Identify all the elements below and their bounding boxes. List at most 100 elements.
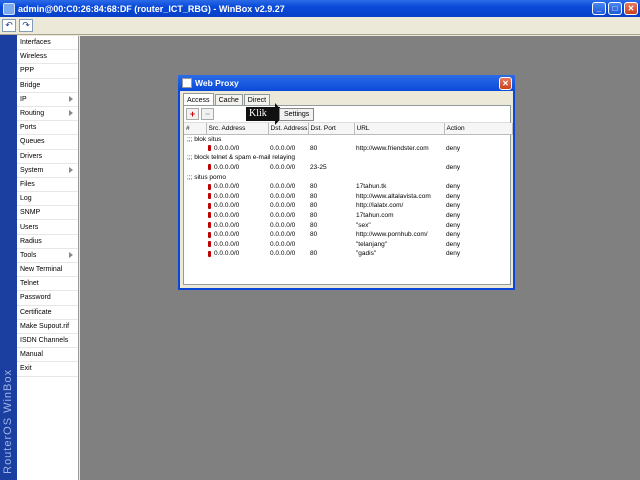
action-cell: deny [446,212,461,220]
action-cell: deny [446,164,461,172]
column-header-dst-port[interactable]: Dst. Port [308,123,355,135]
remove-rule-button[interactable]: − [201,108,214,120]
comment-row[interactable]: ;;; situs porno [184,172,512,182]
table-row[interactable]: 0.0.0.0/0 0.0.0.0/0 80 17tahun.com deny [184,211,512,221]
window-title: admin@00:C0:26:84:68:DF (router_ICT_RBG)… [18,3,285,14]
sidebar-item-new-terminal[interactable]: New Terminal [17,263,78,278]
column-header-dst-address[interactable]: Dst. Address [268,123,309,135]
redo-button[interactable]: ↷ [19,19,33,32]
src-address-cell: 0.0.0.0/0 [206,230,268,240]
row-number-cell [184,240,206,250]
table-row[interactable]: 0.0.0.0/0 0.0.0.0/0 80 http://lalatx.com/de… [184,201,512,211]
sidebar-item-routing[interactable]: Routing [17,107,78,122]
sidebar-item-queues[interactable]: Queues [17,135,78,150]
window-title-bar[interactable]: admin@00:C0:26:84:68:DF (router_ICT_RBG)… [0,0,640,17]
submenu-arrow-icon [69,251,73,258]
sidebar-item-system[interactable]: System [17,164,78,178]
sidebar-item-label: Queues [20,138,45,146]
add-rule-button[interactable]: + [186,108,199,120]
action-cell: deny [446,192,461,200]
table-row[interactable]: 0.0.0.0/0 0.0.0.0/0 80 http://www.friendste… [184,144,512,154]
sidebar-item-log[interactable]: Log [17,192,78,207]
comment-row[interactable]: ;;; blok situs [184,134,512,144]
sidebar-item-drivers[interactable]: Drivers [17,150,78,164]
rule-comment: ;;; situs porno [187,173,227,181]
url-cell: 17tahun.com [356,212,394,220]
row-number-cell [184,230,206,240]
table-row[interactable]: 0.0.0.0/0 0.0.0.0/0 80 http://www.pornhub.c… [184,230,512,240]
sidebar-item-manual[interactable]: Manual [17,348,78,363]
action-cell: deny [446,231,461,239]
dst-address-cell: 0.0.0.0/0 [270,250,296,258]
sidebar-item-ports[interactable]: Ports [17,121,78,136]
row-number-cell [184,192,206,202]
src-address-text: 0.0.0.0/0 [214,250,240,258]
comment-row[interactable]: ;;; block telnet & spam e-mail relaying [184,153,512,163]
dst-address-cell: 0.0.0.0/0 [270,240,296,248]
dst-port-cell: 23-25 [310,164,327,172]
sidebar-item-bridge[interactable]: Bridge [17,79,78,93]
web-proxy-title-bar[interactable]: Web Proxy ✕ [178,75,515,91]
sidebar-item-snmp[interactable]: SNMP [17,206,78,221]
deny-flag-icon [208,250,211,257]
src-address-cell: 0.0.0.0/0 [206,192,268,202]
action-cell: deny [446,240,461,248]
submenu-arrow-icon [69,166,73,173]
column-header-number[interactable]: # [184,123,207,135]
sidebar-item-label: Routing [20,110,45,118]
deny-flag-icon [208,202,211,209]
sidebar-item-wireless[interactable]: Wireless [17,50,78,65]
url-cell: 17tahun.tk [356,183,387,191]
url-cell: "sex" [356,221,371,229]
main-toolbar: ↶ ↷ [0,17,640,35]
sidebar-item-tools[interactable]: Tools [17,249,78,263]
url-cell: http://www.pornhub.com/ [356,231,428,239]
minimize-button[interactable]: _ [592,2,606,15]
table-row[interactable]: 0.0.0.0/0 0.0.0.0/0 80 http://www.altalavis… [184,192,512,202]
url-cell: "gadis" [356,250,377,258]
settings-button[interactable]: Settings [279,108,315,121]
sidebar-item-make-supout-rif[interactable]: Make Supout.rif [17,320,78,334]
src-address-text: 0.0.0.0/0 [214,192,240,200]
src-address-text: 0.0.0.0/0 [214,144,240,152]
action-cell: deny [446,202,461,210]
src-address-cell: 0.0.0.0/0 [206,201,268,211]
table-row[interactable]: 0.0.0.0/0 0.0.0.0/0 80 "sex" deny [184,220,512,230]
url-cell: http://lalatx.com/ [356,202,404,210]
sidebar-item-users[interactable]: Users [17,220,78,235]
sidebar-item-exit[interactable]: Exit [17,362,78,377]
table-row[interactable]: 0.0.0.0/0 0.0.0.0/0 80 17tahun.tk deny [184,182,512,192]
sidebar-item-radius[interactable]: Radius [17,235,78,249]
sidebar-item-label: Interfaces [20,39,51,47]
rule-comment: ;;; block telnet & spam e-mail relaying [187,154,296,162]
column-header-src-address[interactable]: Src. Address [206,123,269,135]
maximize-button[interactable]: □ [608,2,622,15]
sidebar-item-label: Password [20,294,51,302]
access-panel: + − Klik Settings # Src. Address Dst. Ad… [183,103,513,285]
table-row[interactable]: 0.0.0.0/0 0.0.0.0/0 "telanjang" deny [184,240,512,250]
column-header-action[interactable]: Action [444,123,513,135]
sidebar-item-isdn-channels[interactable]: ISDN Channels [17,334,78,349]
sidebar-item-label: Certificate [20,308,52,316]
url-cell: "telanjang" [356,240,387,248]
sidebar-item-ppp[interactable]: PPP [17,64,78,79]
sidebar-item-files[interactable]: Files [17,178,78,193]
sidebar-item-telnet[interactable]: Telnet [17,277,78,292]
sidebar-item-label: Wireless [20,53,47,61]
brand-text: RouterOS WinBox [2,369,14,474]
dst-address-cell: 0.0.0.0/0 [270,164,296,172]
deny-flag-icon [208,145,211,152]
row-number-cell [184,163,206,173]
web-proxy-close-button[interactable]: ✕ [499,76,512,90]
sidebar-item-certificate[interactable]: Certificate [17,306,78,320]
close-button[interactable]: ✕ [624,2,638,15]
sidebar-item-password[interactable]: Password [17,291,78,306]
table-row[interactable]: 0.0.0.0/0 0.0.0.0/0 23-25 deny [184,163,512,173]
sidebar-item-label: Log [20,195,32,203]
sidebar-item-ip[interactable]: IP [17,93,78,107]
table-row[interactable]: 0.0.0.0/0 0.0.0.0/0 80 "gadis" deny [184,249,512,259]
sidebar-item-interfaces[interactable]: Interfaces [17,36,78,51]
sidebar-item-label: Make Supout.rif [20,322,70,330]
column-header-url[interactable]: URL [354,123,445,135]
undo-button[interactable]: ↶ [2,19,16,32]
